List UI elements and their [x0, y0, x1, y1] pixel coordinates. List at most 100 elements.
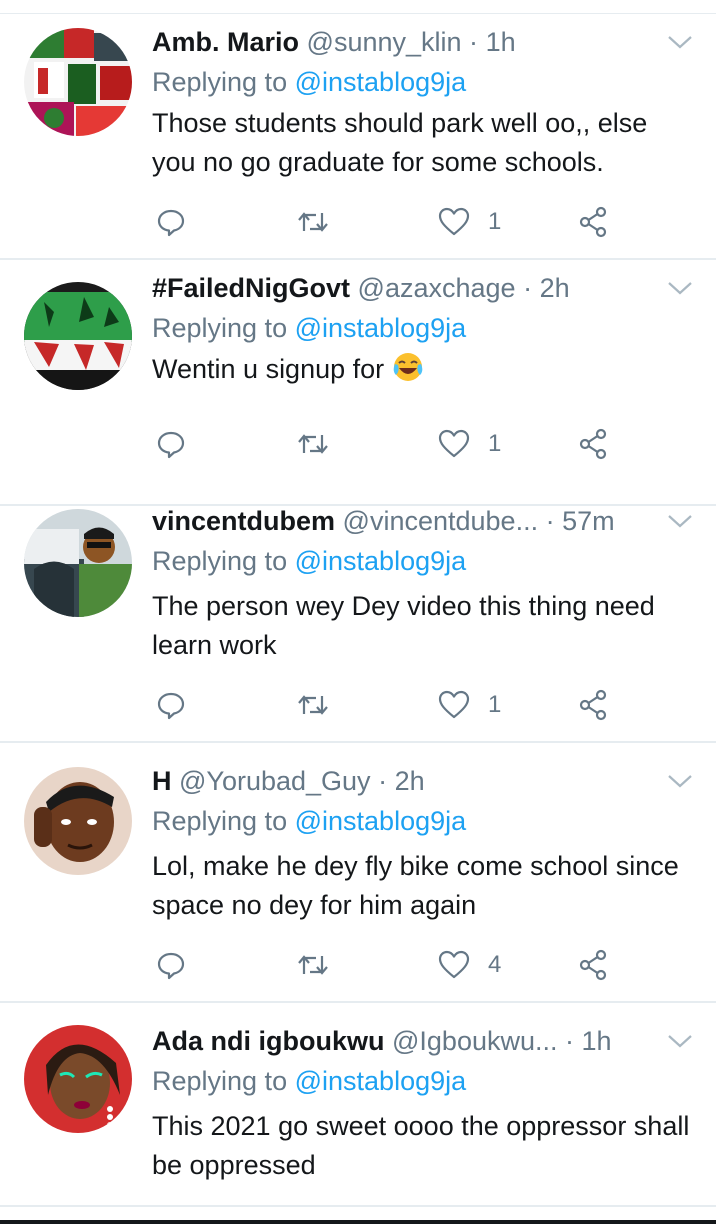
like-button[interactable]: 1: [438, 685, 501, 725]
share-icon: [578, 206, 610, 238]
share-icon: [578, 428, 610, 460]
reply-icon: [156, 950, 186, 980]
reply-tweet[interactable]: Ada ndi igboukwu @Igboukwu... · 1h Reply…: [0, 1003, 716, 1207]
chevron-down-icon[interactable]: [666, 511, 694, 531]
tweet-header: vincentdubem @vincentdube... · 57m: [152, 503, 652, 539]
share-icon: [578, 949, 610, 981]
reply-icon: [156, 429, 186, 459]
retweet-icon: [296, 950, 330, 980]
reply-tweet[interactable]: Amb. Mario @sunny_klin · 1h Replying to …: [0, 14, 716, 260]
tweet-header: Amb. Mario @sunny_klin · 1h: [152, 24, 652, 60]
share-button[interactable]: [578, 685, 610, 725]
replying-to-label: Replying to: [152, 67, 288, 97]
separator: ·: [378, 766, 388, 796]
timestamp[interactable]: 57m: [562, 506, 615, 536]
avatar[interactable]: [24, 28, 132, 136]
share-button[interactable]: [578, 945, 610, 985]
display-name[interactable]: H: [152, 766, 172, 796]
chevron-down-icon[interactable]: [666, 771, 694, 791]
tweet-text: The person wey Dey video this thing need…: [152, 591, 655, 660]
user-handle[interactable]: @Yorubad_Guy: [179, 766, 371, 796]
reply-button[interactable]: [156, 202, 186, 242]
heart-icon: [438, 429, 470, 459]
separator: ·: [523, 273, 533, 303]
replying-to-label: Replying to: [152, 1066, 288, 1096]
user-handle[interactable]: @vincentdube...: [343, 506, 539, 536]
chevron-down-icon[interactable]: [666, 32, 694, 52]
reply-button[interactable]: [156, 424, 186, 464]
separator: ·: [545, 506, 555, 536]
display-name[interactable]: Amb. Mario: [152, 27, 299, 57]
chevron-down-icon[interactable]: [666, 1031, 694, 1051]
tweet-text: Wentin u signup for: [152, 350, 697, 389]
tweet-header: Ada ndi igboukwu @Igboukwu... · 1h: [152, 1023, 652, 1059]
tweet-header: H @Yorubad_Guy · 2h: [152, 763, 652, 799]
bottom-edge-bar: [0, 1220, 716, 1224]
reply-tweet[interactable]: #FailedNigGovt @azaxchage · 2h Replying …: [0, 260, 716, 506]
action-bar: 1: [152, 424, 652, 464]
mention-link[interactable]: @instablog9ja: [295, 1066, 467, 1096]
mention-link[interactable]: @instablog9ja: [295, 313, 467, 343]
separator: ·: [469, 27, 479, 57]
heart-icon: [438, 690, 470, 720]
heart-icon: [438, 950, 470, 980]
like-button[interactable]: 4: [438, 945, 501, 985]
tweet-text: Lol, make he dey fly bike come school si…: [152, 851, 679, 920]
laughing-crying-emoji-icon: [392, 351, 424, 383]
timestamp[interactable]: 1h: [582, 1026, 612, 1056]
reply-icon: [156, 690, 186, 720]
share-button[interactable]: [578, 424, 610, 464]
timestamp[interactable]: 2h: [540, 273, 570, 303]
retweet-button[interactable]: [296, 945, 330, 985]
user-handle[interactable]: @sunny_klin: [307, 27, 462, 57]
retweet-button[interactable]: [296, 202, 330, 242]
tweet-text: This 2021 go sweet oooo the oppressor sh…: [152, 1111, 690, 1180]
like-button[interactable]: 1: [438, 424, 501, 464]
mention-link[interactable]: @instablog9ja: [295, 546, 467, 576]
retweet-button[interactable]: [296, 685, 330, 725]
replying-to: Replying to @instablog9ja: [152, 310, 466, 346]
retweet-icon: [296, 429, 330, 459]
replying-to: Replying to @instablog9ja: [152, 64, 466, 100]
user-handle[interactable]: @Igboukwu...: [392, 1026, 558, 1056]
retweet-button[interactable]: [296, 424, 330, 464]
reply-tweet[interactable]: H @Yorubad_Guy · 2h Replying to @instabl…: [0, 743, 716, 1003]
action-bar: 1: [152, 685, 652, 725]
replying-to-label: Replying to: [152, 806, 288, 836]
retweet-icon: [296, 690, 330, 720]
share-button[interactable]: [578, 202, 610, 242]
display-name[interactable]: vincentdubem: [152, 506, 335, 536]
reply-tweet[interactable]: vincentdubem @vincentdube... · 57m Reply…: [0, 481, 716, 743]
avatar[interactable]: [24, 1025, 132, 1133]
replying-to: Replying to @instablog9ja: [152, 543, 466, 579]
like-count: 1: [488, 208, 502, 235]
mention-link[interactable]: @instablog9ja: [295, 67, 467, 97]
replying-to: Replying to @instablog9ja: [152, 1063, 466, 1099]
like-count: 1: [488, 430, 502, 457]
tweet-header: #FailedNigGovt @azaxchage · 2h: [152, 270, 652, 306]
action-bar: 1: [152, 202, 652, 242]
avatar[interactable]: [24, 509, 132, 617]
share-icon: [578, 689, 610, 721]
replying-to: Replying to @instablog9ja: [152, 803, 466, 839]
reply-button[interactable]: [156, 685, 186, 725]
reply-button[interactable]: [156, 945, 186, 985]
user-handle[interactable]: @azaxchage: [358, 273, 516, 303]
reply-icon: [156, 207, 186, 237]
retweet-icon: [296, 207, 330, 237]
timestamp[interactable]: 2h: [395, 766, 425, 796]
heart-icon: [438, 207, 470, 237]
replying-to-label: Replying to: [152, 546, 288, 576]
mention-link[interactable]: @instablog9ja: [295, 806, 467, 836]
avatar[interactable]: [24, 282, 132, 390]
separator: ·: [565, 1026, 575, 1056]
display-name[interactable]: #FailedNigGovt: [152, 273, 350, 303]
tweet-text: Those students should park well oo,, els…: [152, 108, 648, 177]
tweet-text-content: Wentin u signup for: [152, 354, 385, 384]
like-button[interactable]: 1: [438, 202, 501, 242]
timestamp[interactable]: 1h: [486, 27, 516, 57]
action-bar: 4: [152, 945, 652, 985]
chevron-down-icon[interactable]: [666, 278, 694, 298]
display-name[interactable]: Ada ndi igboukwu: [152, 1026, 384, 1056]
avatar[interactable]: [24, 767, 132, 875]
